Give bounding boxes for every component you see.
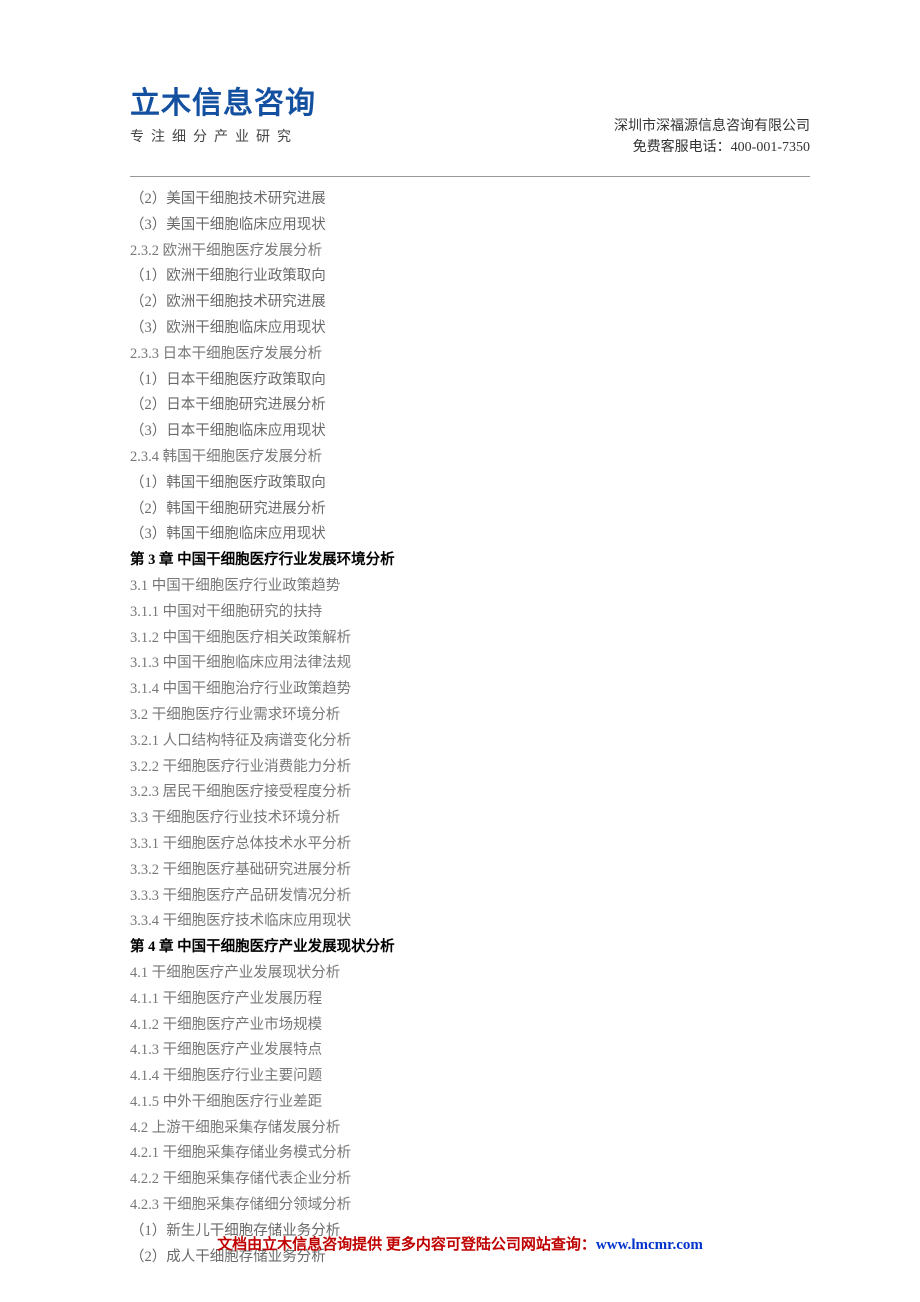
- toc-entry: 4.2.3 干细胞采集存储细分领域分析: [130, 1193, 810, 1219]
- company-logo: 立木信息咨询 专注细分产业研究: [130, 78, 316, 146]
- document-page: 立木信息咨询 专注细分产业研究 深圳市深福源信息咨询有限公司 免费客服电话：40…: [0, 0, 920, 1302]
- toc-entry: 4.1.1 干细胞医疗产业发展历程: [130, 987, 810, 1013]
- toc-entry: 2.3.3 日本干细胞医疗发展分析: [130, 342, 810, 368]
- toc-entry: 4.1.3 干细胞医疗产业发展特点: [130, 1038, 810, 1064]
- toc-entry: （3）韩国干细胞临床应用现状: [130, 522, 810, 548]
- toc-entry: 2.3.2 欧洲干细胞医疗发展分析: [130, 239, 810, 265]
- toc-entry: 3.2.3 居民干细胞医疗接受程度分析: [130, 780, 810, 806]
- toc-entry: 4.2 上游干细胞采集存储发展分析: [130, 1116, 810, 1142]
- toc-entry: 3.1.4 中国干细胞治疗行业政策趋势: [130, 677, 810, 703]
- phone-label: 免费客服电话：: [633, 140, 731, 155]
- page-header: 立木信息咨询 专注细分产业研究 深圳市深福源信息咨询有限公司 免费客服电话：40…: [130, 78, 810, 158]
- toc-entry: 4.2.2 干细胞采集存储代表企业分析: [130, 1167, 810, 1193]
- toc-entry: 4.1.2 干细胞医疗产业市场规模: [130, 1013, 810, 1039]
- company-name: 深圳市深福源信息咨询有限公司: [614, 116, 810, 137]
- footer-link: www.lmcmr.com: [596, 1237, 703, 1253]
- toc-entry: 3.1.1 中国对干细胞研究的扶持: [130, 600, 810, 626]
- toc-entry: 3.2.1 人口结构特征及病谱变化分析: [130, 729, 810, 755]
- company-phone: 免费客服电话：400-001-7350: [614, 137, 810, 158]
- toc-entry: （2）日本干细胞研究进展分析: [130, 393, 810, 419]
- toc-entry: 3.3.1 干细胞医疗总体技术水平分析: [130, 832, 810, 858]
- logo-sub-text: 专注细分产业研究: [130, 126, 316, 146]
- header-divider: [130, 176, 810, 177]
- toc-entry: 3.2 干细胞医疗行业需求环境分析: [130, 703, 810, 729]
- toc-entry: （2）美国干细胞技术研究进展: [130, 187, 810, 213]
- toc-entry: （3）日本干细胞临床应用现状: [130, 419, 810, 445]
- toc-entry: 3.1.2 中国干细胞医疗相关政策解析: [130, 626, 810, 652]
- table-of-contents: （2）美国干细胞技术研究进展（3）美国干细胞临床应用现状2.3.2 欧洲干细胞医…: [130, 187, 810, 1270]
- toc-entry: 4.2.1 干细胞采集存储业务模式分析: [130, 1141, 810, 1167]
- toc-entry: 3.1.3 中国干细胞临床应用法律法规: [130, 651, 810, 677]
- footer-text: 文档由立木信息咨询提供 更多内容可登陆公司网站查询：: [217, 1237, 596, 1253]
- page-footer: 文档由立木信息咨询提供 更多内容可登陆公司网站查询：www.lmcmr.com: [0, 1233, 920, 1254]
- toc-entry: 3.3.2 干细胞医疗基础研究进展分析: [130, 858, 810, 884]
- toc-entry: 4.1 干细胞医疗产业发展现状分析: [130, 961, 810, 987]
- toc-entry: 3.1 中国干细胞医疗行业政策趋势: [130, 574, 810, 600]
- toc-entry: 第 4 章 中国干细胞医疗产业发展现状分析: [130, 935, 810, 961]
- toc-entry: 3.3.3 干细胞医疗产品研发情况分析: [130, 884, 810, 910]
- logo-main-text: 立木信息咨询: [130, 78, 316, 122]
- toc-entry: 第 3 章 中国干细胞医疗行业发展环境分析: [130, 548, 810, 574]
- toc-entry: （1）日本干细胞医疗政策取向: [130, 368, 810, 394]
- header-company-info: 深圳市深福源信息咨询有限公司 免费客服电话：400-001-7350: [614, 116, 810, 158]
- toc-entry: 4.1.5 中外干细胞医疗行业差距: [130, 1090, 810, 1116]
- phone-number: 400-001-7350: [731, 140, 810, 155]
- toc-entry: （2）欧洲干细胞技术研究进展: [130, 290, 810, 316]
- toc-entry: （2）韩国干细胞研究进展分析: [130, 497, 810, 523]
- toc-entry: 3.3.4 干细胞医疗技术临床应用现状: [130, 909, 810, 935]
- toc-entry: （1）韩国干细胞医疗政策取向: [130, 471, 810, 497]
- toc-entry: 3.2.2 干细胞医疗行业消费能力分析: [130, 755, 810, 781]
- toc-entry: 3.3 干细胞医疗行业技术环境分析: [130, 806, 810, 832]
- toc-entry: （1）欧洲干细胞行业政策取向: [130, 264, 810, 290]
- toc-entry: （3）欧洲干细胞临床应用现状: [130, 316, 810, 342]
- toc-entry: 4.1.4 干细胞医疗行业主要问题: [130, 1064, 810, 1090]
- toc-entry: 2.3.4 韩国干细胞医疗发展分析: [130, 445, 810, 471]
- toc-entry: （3）美国干细胞临床应用现状: [130, 213, 810, 239]
